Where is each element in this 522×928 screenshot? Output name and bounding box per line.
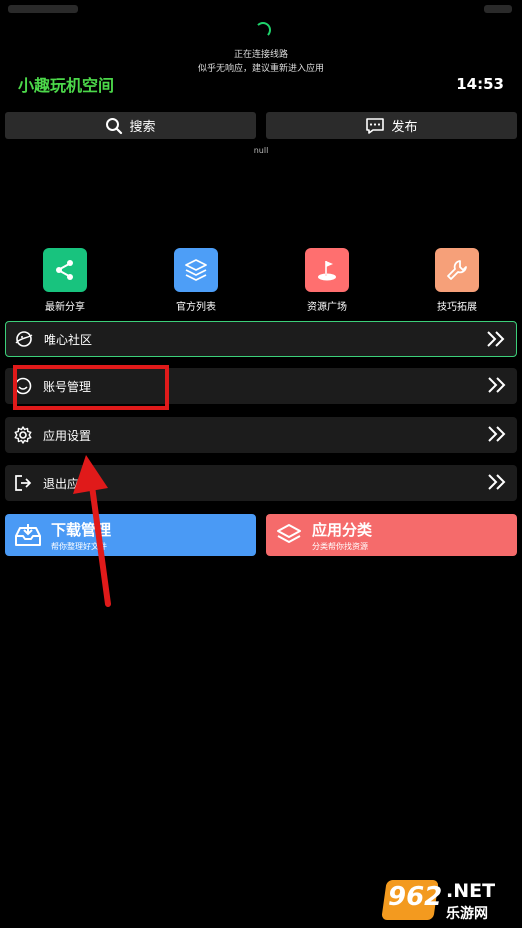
- watermark-number: 962: [388, 882, 443, 912]
- watermark-site: 乐游网: [446, 906, 488, 922]
- watermark-suffix: .NET: [446, 880, 496, 902]
- watermark-logo: 962 .NET 乐游网: [381, 880, 516, 924]
- annotation-arrow-icon: [73, 455, 111, 607]
